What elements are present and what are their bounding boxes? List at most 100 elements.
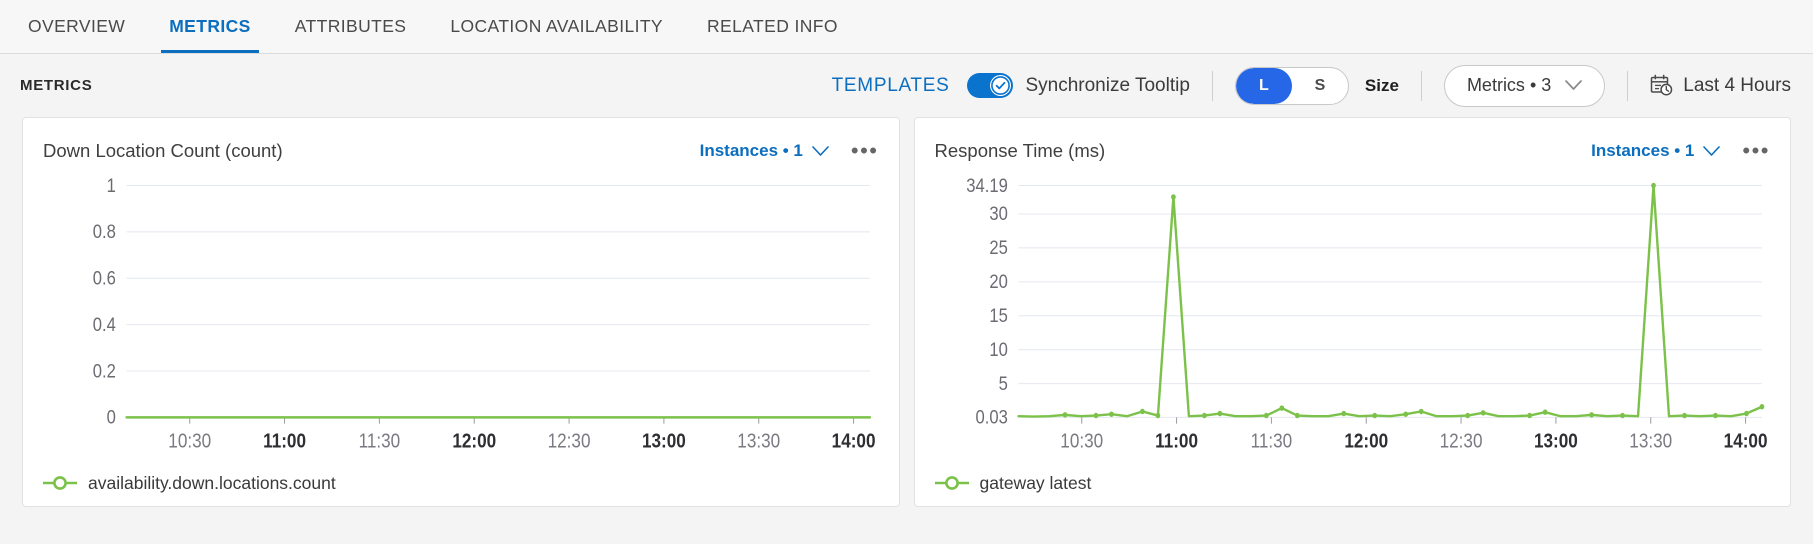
series-point xyxy=(1294,412,1300,419)
x-axis-tick-label: 12:00 xyxy=(1344,429,1388,452)
series-point xyxy=(1480,410,1486,416)
y-axis-tick-label: 34.19 xyxy=(966,178,1008,196)
series-point xyxy=(1464,412,1470,419)
metrics-dropdown[interactable]: Metrics • 3 xyxy=(1443,64,1606,107)
series-point xyxy=(1371,412,1377,419)
series-point xyxy=(1340,410,1346,417)
tab-location-availability[interactable]: LOCATION AVAILABILITY xyxy=(428,0,685,53)
tab-bar: OVERVIEW METRICS ATTRIBUTES LOCATION AVA… xyxy=(0,0,1813,54)
toolbar-divider-1 xyxy=(1211,70,1213,101)
series-point xyxy=(1418,408,1424,415)
page-title: METRICS xyxy=(20,77,93,94)
chevron-down-icon[interactable] xyxy=(812,145,829,157)
x-axis-tick-label: 11:00 xyxy=(1155,429,1198,452)
series-point xyxy=(1139,408,1145,415)
chart-card-response-time: Response Time (ms) Instances • 1 ••• 34.… xyxy=(913,117,1791,507)
chevron-down-icon[interactable] xyxy=(1703,145,1721,157)
tab-attributes[interactable]: ATTRIBUTES xyxy=(273,0,429,53)
series-point xyxy=(1542,409,1547,415)
x-axis-tick-label: 10:30 xyxy=(168,429,211,452)
x-axis-tick-label: 14:00 xyxy=(832,429,876,452)
y-axis-tick-label: 5 xyxy=(998,373,1007,395)
x-axis-tick-label: 12:30 xyxy=(548,429,591,452)
legend-series-marker-icon xyxy=(43,476,77,490)
tab-label: OVERVIEW xyxy=(28,16,126,36)
chart-overflow-menu[interactable]: ••• xyxy=(1742,140,1770,162)
series-point xyxy=(1402,411,1408,417)
tab-label: LOCATION AVAILABILITY xyxy=(450,16,664,36)
series-point xyxy=(1278,405,1284,411)
x-axis-tick-label: 14:00 xyxy=(1723,429,1767,452)
series-point xyxy=(1108,411,1114,417)
series-point xyxy=(1217,410,1222,417)
x-axis-tick-label: 13:30 xyxy=(737,429,780,452)
metrics-dropdown-label: Metrics • 3 xyxy=(1466,75,1552,95)
tab-label: ATTRIBUTES xyxy=(294,16,407,36)
metrics-toolbar: METRICS TEMPLATES Synchronize Tooltip L … xyxy=(0,54,1813,117)
series-point xyxy=(1062,412,1067,418)
y-axis-tick-label: 0.4 xyxy=(93,314,116,336)
chart-card-down-location-count: Down Location Count (count) Instances • … xyxy=(22,117,900,507)
charts-row: Down Location Count (count) Instances • … xyxy=(0,117,1813,507)
chart-svg: 34.19 30 25 20 15 10 5 0.03 10:30 11:00 11:30 12:00… xyxy=(966,178,1767,452)
tab-overview[interactable]: OVERVIEW xyxy=(6,0,147,53)
series-point xyxy=(1681,412,1687,419)
y-axis-tick-label: 20 xyxy=(989,271,1007,293)
y-axis-tick-label: 10 xyxy=(989,339,1007,361)
series-line xyxy=(1018,186,1761,417)
legend-series-marker-icon xyxy=(934,476,969,490)
card-header: Response Time (ms) Instances • 1 ••• xyxy=(935,136,1771,166)
chart-title: Response Time (ms) xyxy=(934,140,1106,161)
legend-label[interactable]: availability.down.locations.count xyxy=(88,473,336,494)
series-point xyxy=(1263,412,1269,419)
legend-label[interactable]: gateway latest xyxy=(980,473,1092,494)
series-point xyxy=(1093,412,1098,419)
y-axis-tick-label: 30 xyxy=(989,203,1007,225)
synchronize-tooltip-toggle[interactable] xyxy=(967,73,1014,98)
series-point xyxy=(1619,412,1625,419)
chart-legend: gateway latest xyxy=(934,460,1771,506)
series-point xyxy=(1743,410,1749,417)
toggle-knob xyxy=(990,75,1012,96)
tab-related-info[interactable]: RELATED INFO xyxy=(685,0,860,53)
x-axis-tick-label: 12:00 xyxy=(452,429,496,452)
x-axis-tick-label: 12:30 xyxy=(1439,429,1482,452)
toolbar-divider-3 xyxy=(1627,70,1629,101)
series-point xyxy=(1155,412,1160,419)
check-icon xyxy=(991,76,1011,95)
x-axis-tick-label: 11:00 xyxy=(263,429,306,452)
chart-overflow-menu[interactable]: ••• xyxy=(851,140,879,162)
size-option-small[interactable]: S xyxy=(1292,68,1348,104)
synchronize-tooltip-label: Synchronize Tooltip xyxy=(1025,74,1190,96)
size-label: Size xyxy=(1364,75,1399,95)
series-point xyxy=(1650,182,1656,189)
series-point xyxy=(1588,412,1594,418)
toolbar-divider-2 xyxy=(1420,70,1422,101)
x-axis-tick-label: 10:30 xyxy=(1060,429,1103,452)
x-axis-tick-label: 11:30 xyxy=(1250,429,1292,452)
size-option-large[interactable]: L xyxy=(1235,67,1292,104)
instances-dropdown-label[interactable]: Instances • 1 xyxy=(700,141,803,161)
y-axis-tick-label: 0.6 xyxy=(93,267,116,289)
tab-metrics[interactable]: METRICS xyxy=(147,0,273,53)
instances-dropdown-label[interactable]: Instances • 1 xyxy=(1591,141,1694,161)
time-range-label: Last 4 Hours xyxy=(1683,74,1791,96)
templates-button[interactable]: TEMPLATES xyxy=(832,75,950,97)
y-axis-tick-label: 0.8 xyxy=(93,221,116,243)
y-axis-tick-label: 25 xyxy=(989,237,1007,259)
y-axis-tick-label: 0 xyxy=(107,406,116,428)
series-point xyxy=(1201,412,1207,419)
size-segmented-control[interactable]: L S xyxy=(1234,66,1349,105)
series-point xyxy=(1170,194,1176,200)
tab-label: RELATED INFO xyxy=(707,16,838,36)
y-axis-tick-label: 0.03 xyxy=(975,406,1007,428)
chart-plot-area[interactable]: 34.19 30 25 20 15 10 5 0.03 10:30 11:00 11:30 12:00… xyxy=(935,178,1771,460)
time-range-picker[interactable]: Last 4 Hours xyxy=(1650,74,1791,97)
x-axis-tick-label: 13:00 xyxy=(642,429,686,452)
x-axis-tick-label: 11:30 xyxy=(359,429,401,452)
y-axis-tick-label: 15 xyxy=(989,305,1007,327)
series-point xyxy=(1759,403,1764,410)
tab-label: METRICS xyxy=(169,16,251,36)
chart-plot-area[interactable]: 1 0.8 0.6 0.4 0.2 0 10:30 11:00 11:30 12:00 12:30 1… xyxy=(43,178,879,460)
chart-title: Down Location Count (count) xyxy=(43,140,283,161)
